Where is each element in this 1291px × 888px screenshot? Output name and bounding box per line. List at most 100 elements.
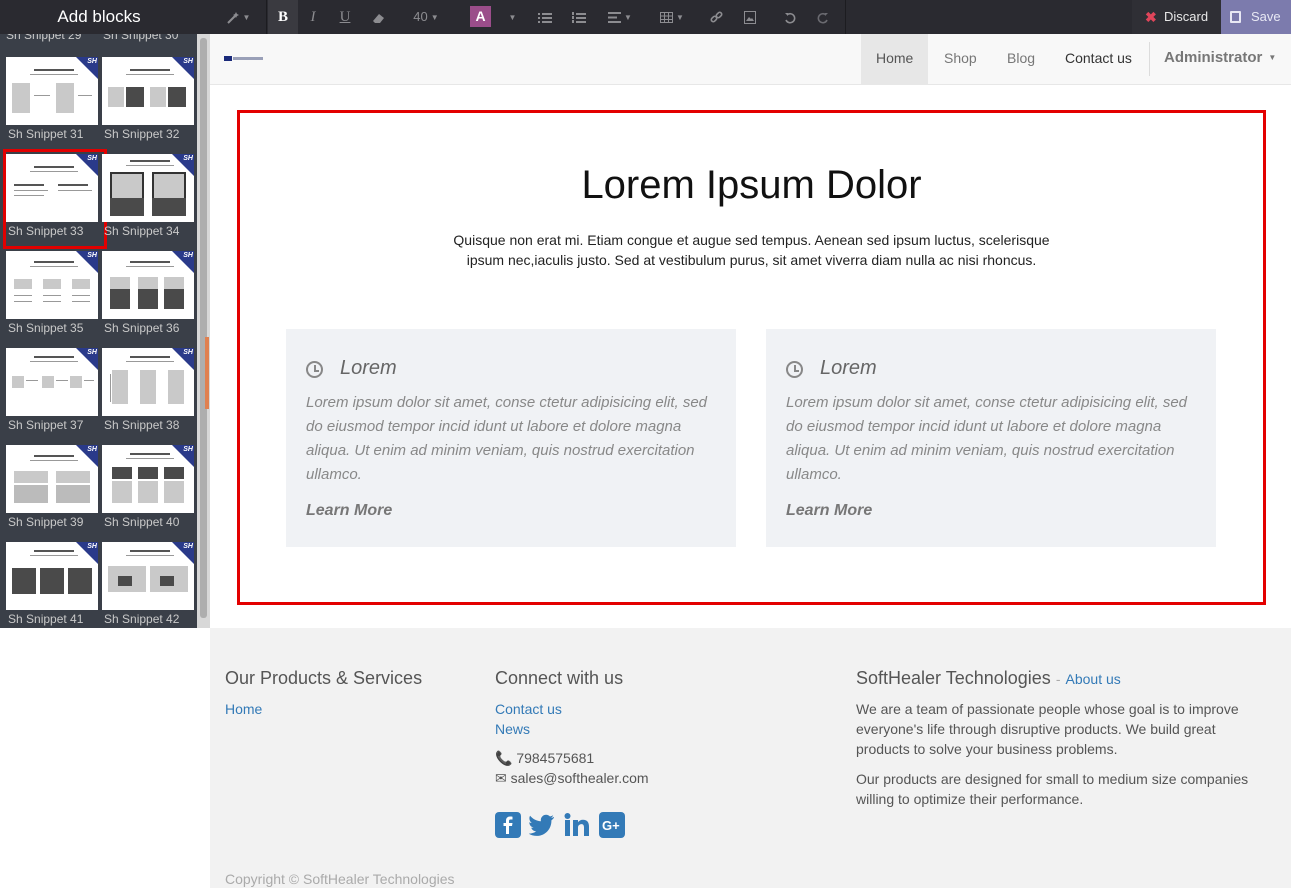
snippet-label: Sh Snippet 36 [104, 321, 180, 335]
snippet-badge: SH [87, 349, 97, 356]
snippet-tile[interactable]: SH Sh Snippet 35 [6, 251, 98, 342]
footer-heading-connect: Connect with us [495, 668, 624, 688]
footer-heading-products: Our Products & Services [225, 668, 423, 688]
footer-phone: 📞 7984575681 [495, 750, 595, 766]
snippet-tile[interactable]: SH Sh Snippet 40 [102, 445, 194, 536]
close-icon: ✖ [1145, 9, 1157, 25]
footer-link-about[interactable]: About us [1066, 671, 1121, 687]
align-dropdown[interactable]: ▼ [600, 0, 640, 34]
card-text: Lorem ipsum dolor sit amet, conse ctetur… [306, 394, 708, 483]
snippet-label: Sh Snippet 37 [8, 418, 84, 432]
snippet-tile[interactable]: SH Sh Snippet 37 [6, 348, 98, 439]
snippet-label: Sh Snippet 33 [8, 224, 84, 238]
link-icon[interactable] [704, 0, 728, 34]
snippet-list: Sh Snippet 29 Sh Snippet 30 SH Sh Snippet… [0, 34, 197, 628]
snippet-tile[interactable]: SH Sh Snippet 33 [3, 149, 107, 249]
snippet-tile[interactable]: SH Sh Snippet 34 [102, 154, 194, 245]
chevron-down-icon: ▼ [1268, 53, 1277, 63]
chevron-down-icon[interactable]: ▼ [502, 0, 520, 34]
snippet-thumbnail: SH [102, 445, 194, 513]
snippet-badge: SH [183, 155, 193, 162]
text-color-button[interactable]: A [470, 6, 491, 27]
table-dropdown[interactable]: ▼ [652, 0, 692, 34]
card-text: Lorem ipsum dolor sit amet, conse ctetur… [786, 394, 1188, 483]
numbered-list-icon[interactable] [564, 0, 594, 34]
panel-scrollbar[interactable] [197, 34, 210, 628]
footer-email: ✉ sales@softhealer.com [495, 770, 649, 786]
nav-home[interactable]: Home [861, 34, 929, 84]
floppy-icon [1230, 11, 1241, 23]
snippet-tile[interactable]: SH Sh Snippet 41 [6, 542, 98, 628]
feature-card[interactable]: Lorem Lorem ipsum dolor sit amet, conse … [286, 329, 736, 547]
copyright: Copyright © SoftHealer Technologies [225, 871, 455, 887]
snippet-label: Sh Snippet 29 [6, 34, 82, 42]
company-description-2: Our products are designed for small to m… [856, 771, 1249, 807]
snippet-label: Sh Snippet 38 [104, 418, 180, 432]
bold-button[interactable]: B [268, 0, 298, 34]
snippet-badge: SH [183, 349, 193, 356]
save-button[interactable]: Save [1221, 0, 1291, 34]
nav-shop[interactable]: Shop [929, 34, 992, 84]
snippet-badge: SH [87, 58, 97, 65]
site-footer: Our Products & Services Home Connect wit… [210, 628, 1291, 888]
snippet-label: Sh Snippet 41 [8, 612, 84, 626]
snippet-tile[interactable]: SH Sh Snippet 38 [102, 348, 194, 439]
learn-more-link[interactable]: Learn More [786, 502, 872, 520]
snippet-label: Sh Snippet 30 [103, 34, 179, 42]
snippet-thumbnail: SH [102, 348, 194, 416]
snippet-tile[interactable]: SH Sh Snippet 32 [102, 57, 194, 148]
snippet-thumbnail: SH [102, 57, 194, 125]
snippet-tile[interactable]: SH Sh Snippet 36 [102, 251, 194, 342]
snippet-label: Sh Snippet 31 [8, 127, 84, 141]
snippet-tile[interactable]: SH Sh Snippet 31 [6, 57, 98, 148]
user-menu[interactable]: Administrator ▼ [1164, 34, 1276, 84]
block-title[interactable]: Lorem Ipsum Dolor [240, 163, 1263, 208]
italic-button[interactable]: I [298, 0, 328, 34]
snippet-thumbnail: SH [6, 57, 98, 125]
linkedin-icon[interactable] [564, 812, 590, 838]
eraser-icon[interactable] [364, 0, 394, 34]
editor-screen: Add blocks Sh Snippet 29 Sh Snippet 30 S… [0, 0, 1291, 888]
clock-icon [786, 361, 803, 378]
snippet-badge: SH [87, 252, 97, 259]
footer-link-news[interactable]: News [495, 721, 530, 737]
snippet-badge: SH [183, 58, 193, 65]
snippet-label: Sh Snippet 34 [104, 224, 180, 238]
image-icon[interactable] [738, 0, 762, 34]
facebook-icon[interactable] [495, 812, 521, 838]
learn-more-link[interactable]: Learn More [306, 502, 392, 520]
twitter-icon[interactable] [529, 812, 555, 838]
snippet-thumbnail: SH [102, 154, 194, 222]
discard-button[interactable]: ✖ Discard [1132, 0, 1221, 34]
redo-icon[interactable] [811, 0, 835, 34]
google-plus-icon[interactable]: G+ [599, 812, 625, 838]
magic-wand-icon[interactable]: ▼ [220, 0, 256, 34]
snippet-tile[interactable]: SH Sh Snippet 42 [102, 542, 194, 628]
font-size-dropdown[interactable]: 40 ▼ [406, 0, 446, 34]
card-title: Lorem [820, 357, 877, 379]
snippet-label: Sh Snippet 39 [8, 515, 84, 529]
footer-link-home[interactable]: Home [225, 701, 262, 717]
snippet-thumbnail: SH [6, 542, 98, 610]
phone-icon: 📞 [495, 750, 513, 766]
snippet-thumbnail: SH [6, 154, 98, 222]
nav-blog[interactable]: Blog [992, 34, 1050, 84]
feature-card[interactable]: Lorem Lorem ipsum dolor sit amet, conse … [766, 329, 1216, 547]
snippet-badge: SH [87, 543, 97, 550]
footer-link-contact[interactable]: Contact us [495, 701, 562, 717]
nav-contact[interactable]: Contact us [1050, 34, 1147, 84]
snippet-thumbnail: SH [6, 445, 98, 513]
clock-icon [306, 361, 323, 378]
site-logo[interactable] [224, 56, 264, 62]
drop-indicator [205, 337, 209, 409]
bullet-list-icon[interactable] [530, 0, 560, 34]
underline-button[interactable]: U [330, 0, 360, 34]
svg-text:G+: G+ [602, 818, 620, 833]
undo-icon[interactable] [778, 0, 802, 34]
envelope-icon: ✉ [495, 770, 507, 786]
snippet-thumbnail: SH [102, 542, 194, 610]
snippet-label: Sh Snippet 35 [8, 321, 84, 335]
snippet-tile[interactable]: SH Sh Snippet 39 [6, 445, 98, 536]
block-subtitle[interactable]: Quisque non erat mi. Etiam congue et aug… [440, 230, 1063, 270]
selected-snippet-block[interactable]: Lorem Ipsum Dolor Quisque non erat mi. E… [237, 110, 1266, 605]
